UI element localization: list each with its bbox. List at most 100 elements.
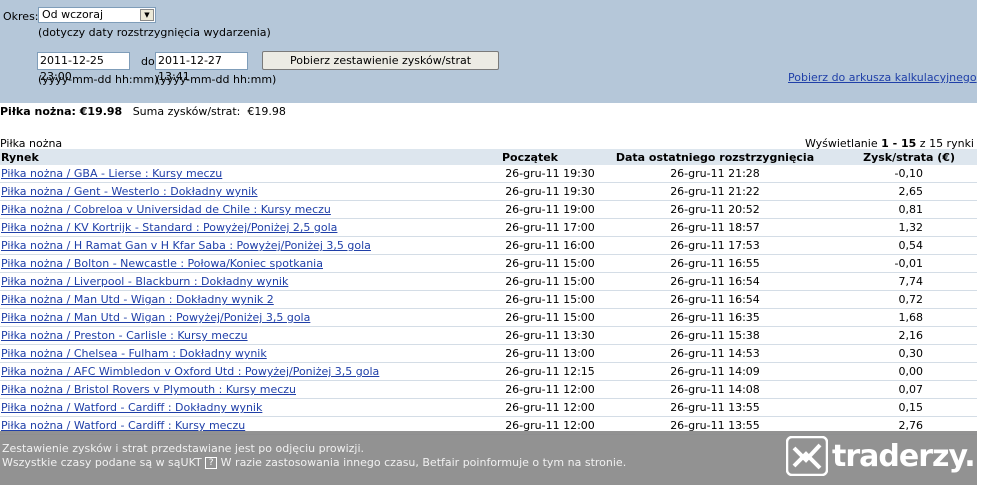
footer-timezone-note: Wszystkie czasy podane są w sąUKT ? W ra… <box>2 456 626 469</box>
settled-cell: 26-gru-11 14:08 <box>605 380 825 399</box>
chevron-down-icon[interactable]: ▼ <box>140 9 154 21</box>
market-cell: Piłka nożna / Chelsea - Fulham : Dokładn… <box>0 344 455 363</box>
sport-total: Piłka nożna: €19.98 <box>0 105 123 118</box>
table-row: Piłka nożna / GBA - Lierse : Kursy meczu… <box>0 165 977 183</box>
table-row: Piłka nożna / KV Kortrijk - Standard : P… <box>0 218 977 237</box>
profit-summary: Piłka nożna: €19.98 Suma zysków/strat: €… <box>0 105 286 118</box>
table-row: Piłka nożna / Chelsea - Fulham : Dokładn… <box>0 344 977 363</box>
profit-loss-cell: 0,30 <box>825 344 977 363</box>
profit-loss-table: Rynek Początek Data ostatniego rozstrzyg… <box>0 149 977 435</box>
profit-loss-cell: -0,01 <box>825 254 977 273</box>
sum-value: €19.98 <box>247 105 286 118</box>
market-cell: Piłka nożna / Gent - Westerlo : Dokładny… <box>0 182 455 201</box>
watermark-text: traderzy.pl <box>832 438 982 474</box>
footer-timezone-text: Wszystkie czasy podane są w sąUKT <box>2 456 202 469</box>
table-row: Piłka nożna / Preston - Carlisle : Kursy… <box>0 326 977 345</box>
profit-loss-cell: 1,68 <box>825 308 977 327</box>
profit-loss-cell: 0,00 <box>825 362 977 381</box>
table-row: Piłka nożna / H Ramat Gan v H Kfar Saba … <box>0 236 977 255</box>
fetch-report-button[interactable]: Pobierz zestawienie zysków/strat <box>262 51 499 70</box>
market-cell: Piłka nożna / Man Utd - Wigan : Dokładny… <box>0 290 455 309</box>
table-row: Piłka nożna / AFC Wimbledon v Oxford Utd… <box>0 362 977 381</box>
watermark: traderzy.pl <box>786 436 982 476</box>
start-cell: 26-gru-11 13:00 <box>455 344 605 363</box>
settled-cell: 26-gru-11 16:35 <box>605 308 825 327</box>
period-note: (dotyczy daty rozstrzygnięcia wydarzenia… <box>38 26 271 39</box>
table-row: Piłka nożna / Man Utd - Wigan : Powyżej/… <box>0 308 977 327</box>
table-row: Piłka nożna / Gent - Westerlo : Dokładny… <box>0 182 977 201</box>
market-link[interactable]: Piłka nożna / Bristol Rovers v Plymouth … <box>1 383 296 396</box>
market-cell: Piłka nożna / Bristol Rovers v Plymouth … <box>0 380 455 399</box>
spreadsheet-link[interactable]: Pobierz do arkusza kalkulacyjnego <box>788 71 977 84</box>
date-to-format-hint: (yyyy-mm-dd hh:mm) <box>156 73 277 86</box>
settled-cell: 26-gru-11 14:09 <box>605 362 825 381</box>
start-cell: 26-gru-11 19:30 <box>455 165 605 183</box>
market-cell: Piłka nożna / GBA - Lierse : Kursy meczu <box>0 165 455 183</box>
table-row: Piłka nożna / Bristol Rovers v Plymouth … <box>0 380 977 399</box>
footer-timezone-text-2: W razie zastosowania innego czasu, Betfa… <box>220 456 627 469</box>
market-link[interactable]: Piłka nożna / Liverpool - Blackburn : Do… <box>1 275 288 288</box>
market-link[interactable]: Piłka nożna / Cobreloa v Universidad de … <box>1 203 331 216</box>
market-link[interactable]: Piłka nożna / Preston - Carlisle : Kursy… <box>1 329 248 342</box>
settled-cell: 26-gru-11 16:54 <box>605 272 825 291</box>
date-from-format-hint: (yyyy-mm-dd hh:mm) <box>38 73 159 86</box>
start-cell: 26-gru-11 12:00 <box>455 398 605 417</box>
settled-cell: 26-gru-11 13:55 <box>605 398 825 417</box>
column-header-settled[interactable]: Data ostatniego rozstrzygnięcia <box>605 149 825 165</box>
settled-cell: 26-gru-11 20:52 <box>605 200 825 219</box>
column-header-profit-loss[interactable]: Zysk/strata (€) <box>825 149 977 165</box>
column-header-start[interactable]: Początek <box>455 149 605 165</box>
market-link[interactable]: Piłka nożna / GBA - Lierse : Kursy meczu <box>1 167 222 180</box>
profit-loss-cell: 0,54 <box>825 236 977 255</box>
start-cell: 26-gru-11 15:00 <box>455 254 605 273</box>
settled-cell: 26-gru-11 18:57 <box>605 218 825 237</box>
market-cell: Piłka nożna / H Ramat Gan v H Kfar Saba … <box>0 236 455 255</box>
profit-loss-cell: 2,16 <box>825 326 977 345</box>
profit-loss-cell: 2,65 <box>825 182 977 201</box>
settled-cell: 26-gru-11 15:38 <box>605 326 825 345</box>
market-link[interactable]: Piłka nożna / Chelsea - Fulham : Dokładn… <box>1 347 267 360</box>
market-link[interactable]: Piłka nożna / Gent - Westerlo : Dokładny… <box>1 185 258 198</box>
market-cell: Piłka nożna / AFC Wimbledon v Oxford Utd… <box>0 362 455 381</box>
filter-panel: Okres: Od wczoraj ▼ (dotyczy daty rozstr… <box>0 0 982 103</box>
profit-loss-cell: 0,07 <box>825 380 977 399</box>
market-cell: Piłka nożna / Preston - Carlisle : Kursy… <box>0 326 455 345</box>
settled-cell: 26-gru-11 17:53 <box>605 236 825 255</box>
profit-loss-cell: 0,72 <box>825 290 977 309</box>
period-select[interactable]: Od wczoraj ▼ <box>38 7 156 23</box>
start-cell: 26-gru-11 16:00 <box>455 236 605 255</box>
table-row: Piłka nożna / Man Utd - Wigan : Dokładny… <box>0 290 977 309</box>
start-cell: 26-gru-11 15:00 <box>455 308 605 327</box>
market-link[interactable]: Piłka nożna / Bolton - Newcastle : Połow… <box>1 257 323 270</box>
spreadsheet-export: Pobierz do arkusza kalkulacyjnego? <box>788 71 982 84</box>
profit-loss-cell: 1,32 <box>825 218 977 237</box>
table-header-row: Rynek Początek Data ostatniego rozstrzyg… <box>0 149 977 165</box>
market-link[interactable]: Piłka nożna / AFC Wimbledon v Oxford Utd… <box>1 365 379 378</box>
date-from-input[interactable]: 2011-12-25 23:00 <box>37 52 130 83</box>
start-cell: 26-gru-11 17:00 <box>455 218 605 237</box>
settled-cell: 26-gru-11 16:54 <box>605 290 825 309</box>
page-edge <box>977 0 982 485</box>
sum-label: Suma zysków/strat: <box>132 105 241 118</box>
table-row: Piłka nożna / Bolton - Newcastle : Połow… <box>0 254 977 273</box>
market-link[interactable]: Piłka nożna / Man Utd - Wigan : Powyżej/… <box>1 311 310 324</box>
market-cell: Piłka nożna / Liverpool - Blackburn : Do… <box>0 272 455 291</box>
column-header-market[interactable]: Rynek <box>0 149 455 165</box>
table-row: Piłka nożna / Watford - Cardiff : Dokład… <box>0 398 977 417</box>
profit-loss-cell: 0,81 <box>825 200 977 219</box>
period-label: Okres: <box>3 10 39 23</box>
date-to-input[interactable]: 2011-12-27 13:41 <box>155 52 248 83</box>
start-cell: 26-gru-11 12:15 <box>455 362 605 381</box>
footer-commission-note: Zestawienie zysków i strat przedstawiane… <box>2 442 365 455</box>
help-icon[interactable]: ? <box>205 457 218 469</box>
table-row: Piłka nożna / Liverpool - Blackburn : Do… <box>0 272 977 291</box>
market-cell: Piłka nożna / Bolton - Newcastle : Połow… <box>0 254 455 273</box>
market-cell: Piłka nożna / KV Kortrijk - Standard : P… <box>0 218 455 237</box>
settled-cell: 26-gru-11 21:22 <box>605 182 825 201</box>
profit-loss-cell: 0,15 <box>825 398 977 417</box>
market-link[interactable]: Piłka nożna / Man Utd - Wigan : Dokładny… <box>1 293 274 306</box>
market-link[interactable]: Piłka nożna / H Ramat Gan v H Kfar Saba … <box>1 239 371 252</box>
start-cell: 26-gru-11 15:00 <box>455 272 605 291</box>
market-link[interactable]: Piłka nożna / Watford - Cardiff : Dokład… <box>1 401 262 414</box>
market-link[interactable]: Piłka nożna / KV Kortrijk - Standard : P… <box>1 221 337 234</box>
